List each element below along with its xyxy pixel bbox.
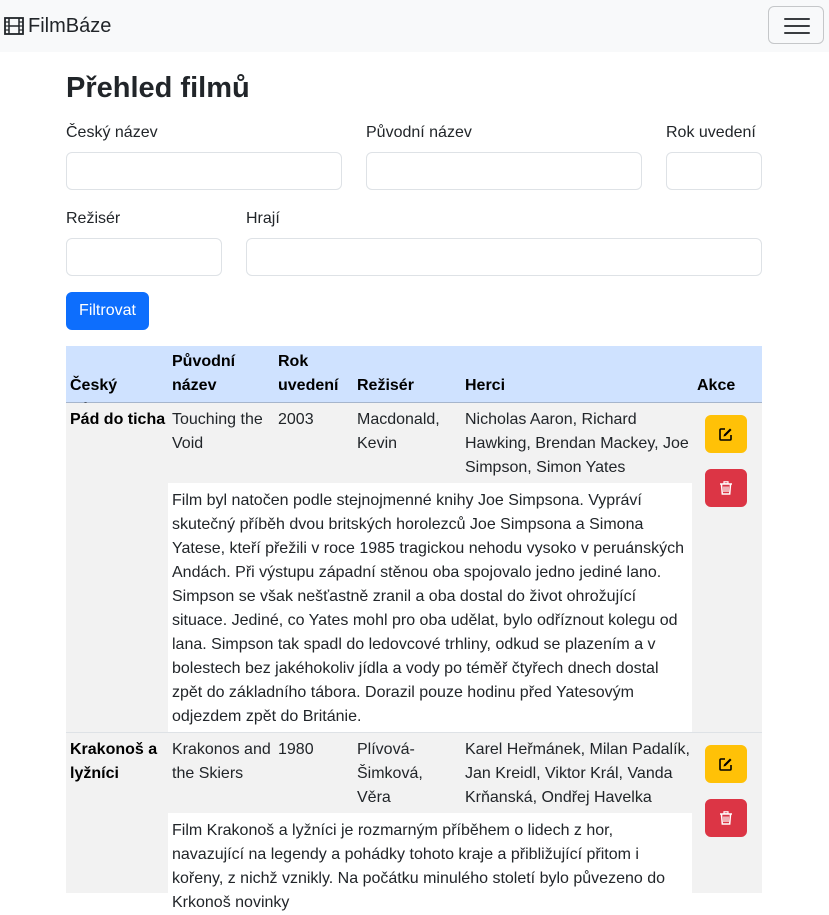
trash-icon — [720, 811, 732, 825]
table-header: Český název Původní název Rok uvedení Re… — [66, 346, 762, 418]
film-icon — [4, 17, 24, 35]
actors-input[interactable] — [246, 238, 762, 276]
original-title-label: Původní název — [366, 124, 472, 141]
year-input[interactable] — [666, 152, 762, 190]
brand-link[interactable]: FilmBáze — [4, 13, 111, 39]
pencil-square-icon — [719, 428, 732, 441]
edit-button[interactable] — [705, 745, 747, 783]
hamburger-icon — [784, 18, 810, 34]
filter-button[interactable]: Filtrovat — [66, 292, 149, 330]
navbar: FilmBáze — [0, 0, 829, 52]
row-year: 1980 — [278, 741, 314, 758]
column-header-year: Rok uvedení — [278, 353, 339, 394]
original-title-input[interactable] — [366, 152, 642, 190]
delete-button[interactable] — [705, 799, 747, 837]
row-czech-title: Pád do ticha — [70, 411, 166, 428]
czech-title-label: Český název — [66, 124, 158, 141]
brand-name: FilmBáze — [28, 14, 112, 37]
movie-description: Film byl natočen podle stejnojmenné knih… — [168, 483, 692, 732]
year-label: Rok uvedení — [666, 124, 756, 141]
row-original-title: Touching the Void — [172, 411, 263, 452]
row-director: Plívová-Šimková, Věra — [357, 741, 423, 806]
director-label: Režisér — [66, 210, 121, 227]
pencil-square-icon — [719, 758, 732, 771]
navbar-toggler-button[interactable] — [768, 6, 824, 44]
actors-label: Hrají — [246, 210, 280, 227]
row-czech-title: Krakonoš a lyžníci — [70, 741, 158, 782]
edit-button[interactable] — [705, 415, 747, 453]
row-original-title: Krakonos and the Skiers — [172, 741, 271, 782]
delete-button[interactable] — [705, 469, 747, 507]
page-title: Přehled filmů — [66, 72, 250, 104]
column-header-actions: Akce — [697, 377, 736, 394]
column-header-actors: Herci — [465, 377, 506, 394]
row-actors: Nicholas Aaron, Richard Hawking, Brendan… — [465, 411, 689, 476]
row-director: Macdonald, Kevin — [357, 411, 440, 452]
row-actors: Karel Heřmánek, Milan Padalík, Jan Kreid… — [465, 741, 690, 806]
row-year: 2003 — [278, 411, 314, 428]
column-header-original-title: Původní název — [172, 353, 236, 394]
trash-icon — [720, 481, 732, 495]
column-header-director: Režisér — [357, 377, 414, 394]
director-input[interactable] — [66, 238, 222, 276]
czech-title-input[interactable] — [66, 152, 342, 190]
movie-description: Film Krakonoš a lyžníci je rozmarným pří… — [168, 813, 692, 913]
